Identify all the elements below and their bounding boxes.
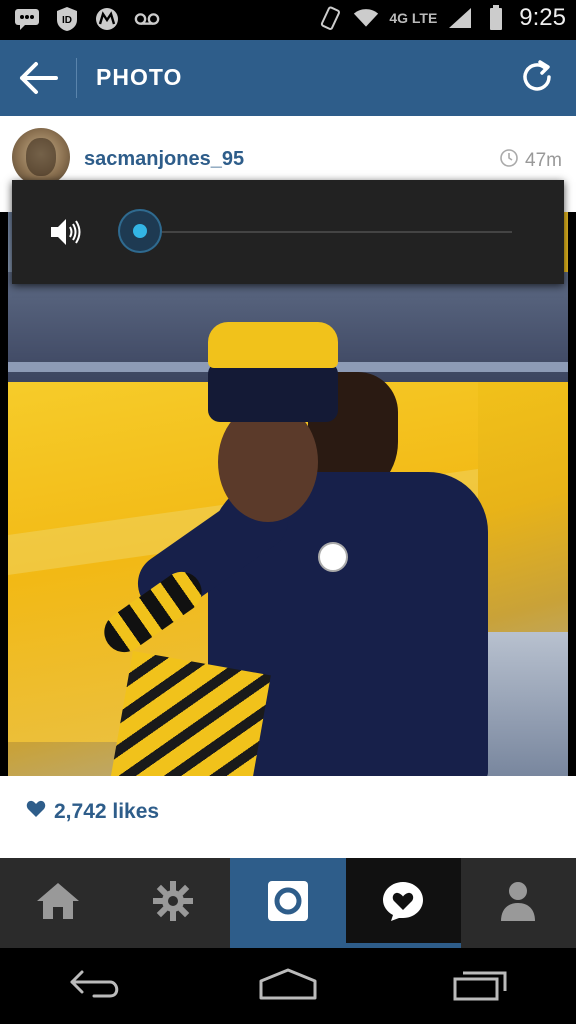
- motorola-icon: [94, 6, 120, 32]
- recents-icon: [452, 967, 508, 1006]
- volume-slider-thumb[interactable]: [118, 209, 162, 253]
- battery-icon: [483, 5, 509, 31]
- bottom-tab-bar: [0, 858, 576, 948]
- likes-count[interactable]: 2,742 likes: [26, 800, 159, 824]
- nav-recents-button[interactable]: [440, 961, 520, 1011]
- tab-camera[interactable]: [230, 858, 346, 948]
- tab-home[interactable]: [0, 858, 115, 948]
- nav-home-button[interactable]: [248, 961, 328, 1011]
- rotate-icon: [317, 5, 343, 31]
- tab-explore[interactable]: [115, 858, 230, 948]
- wifi-icon: [353, 5, 379, 31]
- nav-back-button[interactable]: [56, 961, 136, 1011]
- id-icon: ID: [54, 6, 80, 32]
- home-icon: [35, 881, 81, 926]
- time-ago-label: 47m: [525, 150, 562, 171]
- post-photo[interactable]: [8, 212, 568, 776]
- back-icon: [68, 968, 124, 1005]
- tab-activity[interactable]: [345, 858, 461, 948]
- svg-text:ID: ID: [62, 15, 72, 26]
- tab-profile[interactable]: [461, 858, 576, 948]
- voicemail-icon: [134, 6, 160, 32]
- volume-overlay: [12, 180, 564, 284]
- camera-icon: [266, 879, 310, 928]
- network-type: 4G LTE: [389, 10, 438, 26]
- photo-player: [96, 322, 508, 776]
- arrow-left-icon[interactable]: [18, 60, 58, 96]
- notification-icons: ID: [14, 6, 160, 32]
- page-title: PHOTO: [96, 64, 183, 90]
- avatar[interactable]: [12, 128, 70, 186]
- home-outline-icon: [258, 967, 318, 1006]
- refresh-icon[interactable]: [518, 58, 556, 96]
- explore-icon: [151, 879, 195, 928]
- header-divider: [76, 58, 77, 98]
- clock: 9:25: [519, 4, 566, 31]
- likes-label: 2,742 likes: [54, 800, 160, 823]
- signal-icon: [447, 5, 473, 31]
- heart-icon: [26, 800, 46, 824]
- photo-logo: [318, 542, 348, 572]
- volume-slider-track[interactable]: [140, 231, 512, 233]
- system-nav-bar: [0, 948, 576, 1024]
- messages-icon: [14, 6, 40, 32]
- clock-icon: [499, 148, 519, 174]
- username-link[interactable]: sacmanjones_95: [84, 148, 244, 171]
- post-footer: 2,742 likes: [0, 776, 576, 858]
- speaker-icon[interactable]: [48, 214, 84, 250]
- photo-hat: [208, 322, 338, 422]
- app-header: PHOTO: [0, 40, 576, 116]
- system-icons: 4G LTE 9:25: [317, 4, 566, 32]
- post-time: 47m: [499, 148, 562, 174]
- activity-icon: [381, 880, 425, 927]
- status-bar: ID 4G LTE 9:25: [0, 0, 576, 40]
- profile-icon: [498, 879, 538, 928]
